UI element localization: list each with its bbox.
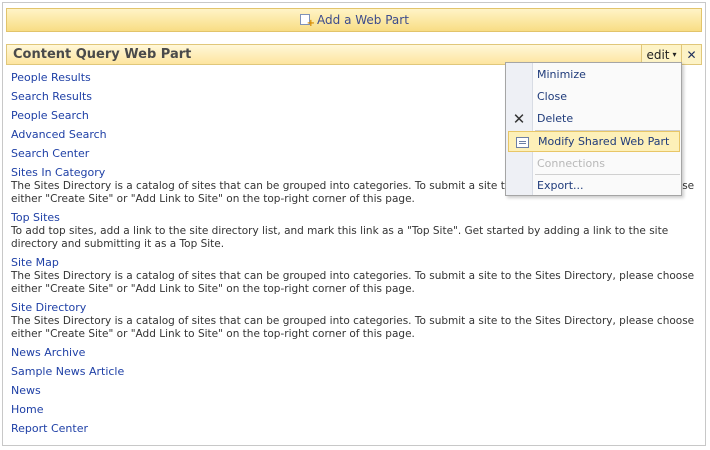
delete-x-icon: ✕ (512, 109, 526, 128)
menu-item-label: Modify Shared Web Part (538, 135, 670, 148)
menu-item-minimize[interactable]: Minimize (506, 64, 681, 85)
menu-item-label: Export... (537, 179, 584, 192)
menu-item-connections: Connections (506, 153, 681, 174)
list-item-link[interactable]: Report Center (11, 422, 696, 441)
web-part-title: Content Query Web Part (13, 47, 192, 62)
close-web-part-button[interactable]: ✕ (681, 45, 701, 64)
edit-label: edit (646, 47, 670, 62)
menu-item-modify-shared-web-part[interactable]: Modify Shared Web Part (508, 131, 680, 152)
list-item-link[interactable]: Home (11, 403, 696, 422)
list-item-link[interactable]: Sample News Article (11, 365, 696, 384)
add-web-part-icon: + (299, 13, 315, 29)
menu-item-delete[interactable]: ✕ Delete (506, 108, 681, 129)
list-item-link[interactable]: News Archive (11, 346, 696, 365)
add-web-part-label: Add a Web Part (317, 13, 409, 27)
menu-item-label: Connections (537, 157, 605, 170)
web-part-edit-menu: Minimize Close ✕ Delete Modify Shared We… (505, 62, 682, 196)
list-item-link[interactable]: News (11, 384, 696, 403)
modify-web-part-icon (514, 135, 530, 150)
menu-item-export[interactable]: Export... (506, 175, 681, 196)
list-item-link[interactable]: Top Sites (11, 211, 696, 225)
list-item-description: The Sites Directory is a catalog of site… (11, 315, 695, 340)
list-item: Top Sites To add top sites, add a link t… (11, 211, 696, 251)
list-item: Site Directory The Sites Directory is a … (11, 301, 696, 341)
menu-item-label: Minimize (537, 68, 586, 81)
list-item: Site Map The Sites Directory is a catalo… (11, 256, 696, 296)
menu-item-label: Close (537, 90, 567, 103)
menu-item-label: Delete (537, 112, 574, 125)
list-item-description: The Sites Directory is a catalog of site… (11, 270, 695, 295)
list-item-link[interactable]: Site Directory (11, 301, 696, 315)
menu-item-close[interactable]: Close (506, 86, 681, 107)
close-icon: ✕ (686, 47, 697, 62)
add-web-part-button[interactable]: + Add a Web Part (6, 8, 702, 32)
list-item-link[interactable]: Site Map (11, 256, 696, 270)
chevron-down-icon: ▾ (672, 50, 677, 59)
list-item-description: To add top sites, add a link to the site… (11, 225, 669, 250)
